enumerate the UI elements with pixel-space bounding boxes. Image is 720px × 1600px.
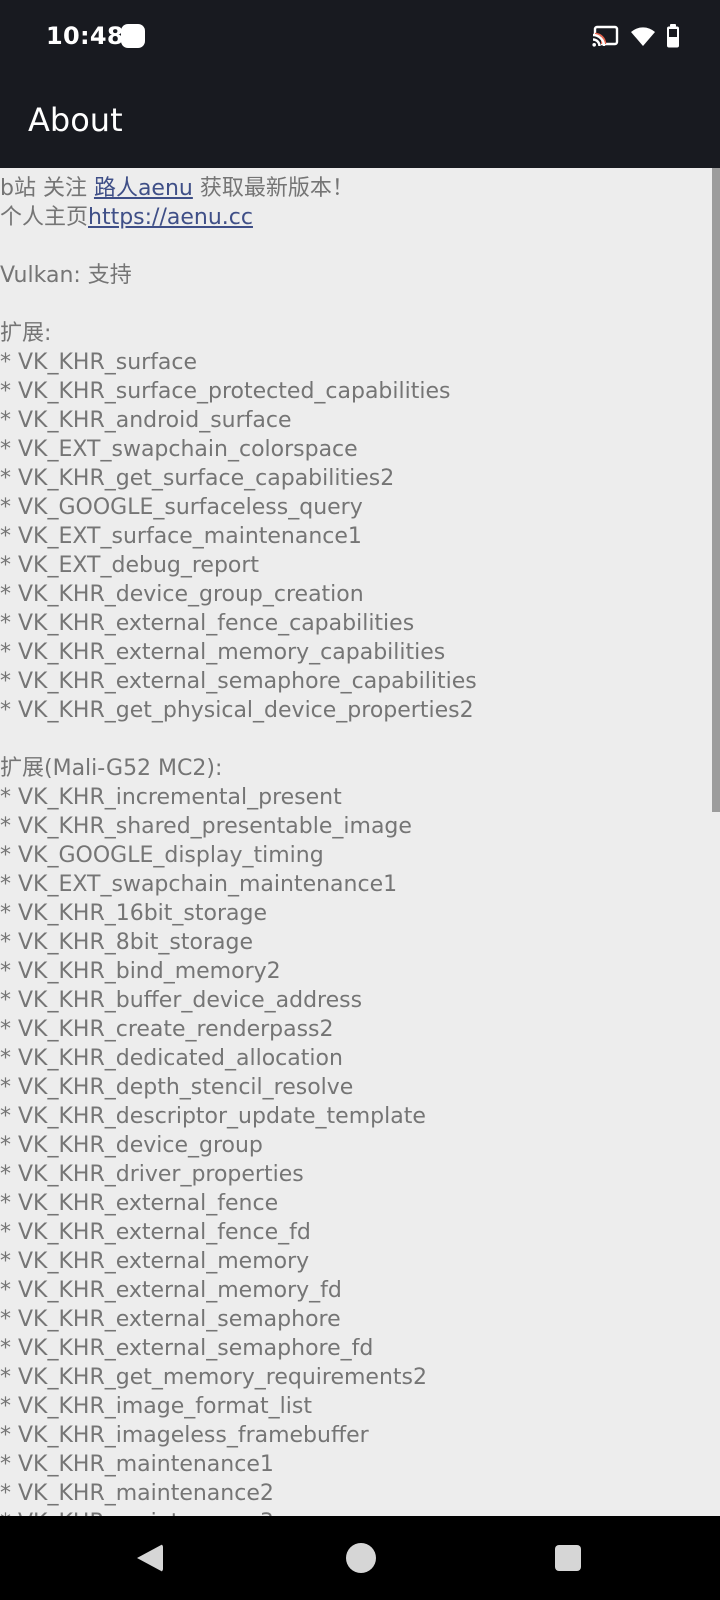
status-time: 10:48 bbox=[46, 22, 124, 50]
device-extensions-list: * VK_KHR_incremental_present * VK_KHR_sha… bbox=[0, 783, 712, 1516]
extension-item: * VK_KHR_external_fence bbox=[0, 1191, 279, 1216]
app-bar: About bbox=[0, 72, 720, 168]
extension-item: * VK_EXT_swapchain_colorspace bbox=[0, 437, 358, 462]
extension-item: * VK_GOOGLE_display_timing bbox=[0, 843, 324, 868]
extension-item: * VK_KHR_get_surface_capabilities2 bbox=[0, 466, 395, 491]
extension-item: * VK_KHR_external_memory_fd bbox=[0, 1278, 342, 1303]
navigation-bar bbox=[0, 1516, 720, 1600]
extension-item: * VK_KHR_maintenance2 bbox=[0, 1481, 274, 1506]
extension-item: * VK_KHR_get_physical_device_properties2 bbox=[0, 698, 474, 723]
homepage-label: 个人主页 bbox=[0, 205, 89, 230]
home-icon[interactable] bbox=[346, 1543, 376, 1573]
extension-item: * VK_KHR_create_renderpass2 bbox=[0, 1017, 334, 1042]
intro-line-2: 个人主页https://aenu.cc bbox=[0, 203, 712, 232]
back-icon[interactable] bbox=[137, 1544, 163, 1572]
extension-item: * VK_KHR_external_semaphore_capabilities bbox=[0, 669, 477, 694]
extension-item: * VK_EXT_debug_report bbox=[0, 553, 260, 578]
bilibili-author-link[interactable]: 路人aenu bbox=[94, 176, 193, 201]
extension-item: * VK_KHR_imageless_framebuffer bbox=[0, 1423, 369, 1448]
extension-item: * VK_KHR_surface bbox=[0, 350, 198, 375]
extension-item: * VK_KHR_device_group bbox=[0, 1133, 263, 1158]
extension-item: * VK_KHR_device_group_creation bbox=[0, 582, 364, 607]
extension-item: * VK_KHR_maintenance1 bbox=[0, 1452, 274, 1477]
status-bar: 10:48 bbox=[0, 0, 720, 72]
instance-extensions-list: * VK_KHR_surface * VK_KHR_surface_protect… bbox=[0, 348, 712, 725]
cast-icon bbox=[592, 24, 620, 48]
extension-item: * VK_KHR_external_semaphore bbox=[0, 1307, 341, 1332]
about-content[interactable]: b站 关注 路人aenu 获取最新版本！ 个人主页https://aenu.cc… bbox=[0, 168, 712, 1516]
device-extensions-header: 扩展(Mali-G52 MC2): bbox=[0, 756, 223, 781]
extension-item: * VK_KHR_buffer_device_address bbox=[0, 988, 363, 1013]
battery-icon bbox=[666, 24, 680, 48]
intro-line-1: b站 关注 路人aenu 获取最新版本！ bbox=[0, 174, 712, 203]
notification-icon bbox=[121, 24, 145, 48]
page-title: About bbox=[28, 101, 123, 139]
intro-text: 获取最新版本！ bbox=[192, 176, 354, 201]
vulkan-status: Vulkan: 支持 bbox=[0, 263, 132, 288]
extension-item: * VK_KHR_depth_stencil_resolve bbox=[0, 1075, 354, 1100]
extension-item: * VK_KHR_16bit_storage bbox=[0, 901, 267, 926]
intro-text: b站 关注 bbox=[0, 176, 94, 201]
scrollbar[interactable] bbox=[712, 168, 720, 812]
extension-item: * VK_KHR_8bit_storage bbox=[0, 930, 253, 955]
status-icons bbox=[592, 22, 680, 50]
wifi-icon bbox=[630, 25, 656, 47]
about-text: b站 关注 路人aenu 获取最新版本！ 个人主页https://aenu.cc… bbox=[0, 168, 712, 1516]
extension-item: * VK_KHR_descriptor_update_template bbox=[0, 1104, 426, 1129]
extension-item: * VK_KHR_external_semaphore_fd bbox=[0, 1336, 374, 1361]
extension-item: * VK_KHR_bind_memory2 bbox=[0, 959, 281, 984]
recent-apps-icon[interactable] bbox=[555, 1545, 581, 1571]
extension-item: * VK_KHR_driver_properties bbox=[0, 1162, 304, 1187]
homepage-link[interactable]: https://aenu.cc bbox=[88, 205, 253, 230]
extension-item: * VK_KHR_dedicated_allocation bbox=[0, 1046, 343, 1071]
extension-item: * VK_KHR_external_memory bbox=[0, 1249, 310, 1274]
extension-item: * VK_EXT_swapchain_maintenance1 bbox=[0, 872, 398, 897]
extension-item: * VK_KHR_shared_presentable_image bbox=[0, 814, 412, 839]
extension-item: * VK_KHR_android_surface bbox=[0, 408, 292, 433]
extension-item: * VK_KHR_incremental_present bbox=[0, 785, 342, 810]
extension-item: * VK_GOOGLE_surfaceless_query bbox=[0, 495, 363, 520]
extension-item: * VK_KHR_get_memory_requirements2 bbox=[0, 1365, 427, 1390]
extension-item: * VK_KHR_external_fence_fd bbox=[0, 1220, 311, 1245]
extension-item: * VK_KHR_image_format_list bbox=[0, 1394, 312, 1419]
extension-item: * VK_EXT_surface_maintenance1 bbox=[0, 524, 362, 549]
extension-item: * VK_KHR_external_fence_capabilities bbox=[0, 611, 415, 636]
extension-item: * VK_KHR_surface_protected_capabilities bbox=[0, 379, 451, 404]
extension-item: * VK_KHR_maintenance3 bbox=[0, 1508, 712, 1516]
instance-extensions-header: 扩展: bbox=[0, 321, 52, 346]
extension-item: * VK_KHR_external_memory_capabilities bbox=[0, 640, 446, 665]
